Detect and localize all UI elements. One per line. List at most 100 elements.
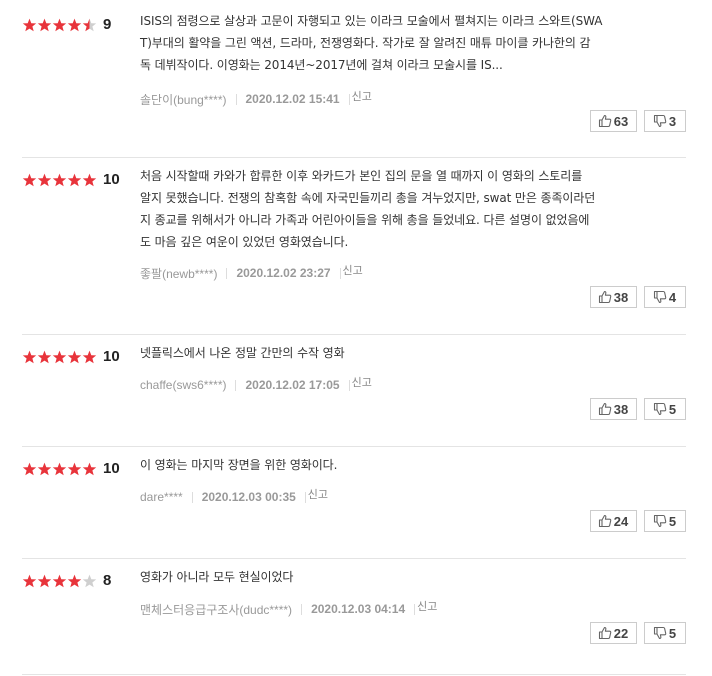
review-author[interactable]: dare**** bbox=[140, 490, 183, 504]
star-icon bbox=[37, 574, 52, 588]
like-button[interactable]: 24 bbox=[590, 510, 637, 532]
review-text-line: 이 영화는 마지막 장면을 위한 영화이다. bbox=[140, 458, 338, 472]
like-count: 38 bbox=[613, 401, 629, 417]
thumbs-up-icon bbox=[598, 114, 612, 128]
review-date: 2020.12.03 00:35 bbox=[201, 490, 296, 504]
star-icon bbox=[22, 173, 37, 187]
review-text-line: 도 마음 깊은 여운이 있었던 영화였습니다. bbox=[140, 235, 349, 249]
review-date: 2020.12.02 15:41 bbox=[245, 92, 340, 106]
review-item: 9 ISIS의 점령으로 살상과 고문이 자행되고 있는 이라크 모술에서 펼쳐지… bbox=[22, 0, 686, 158]
review-author[interactable]: 맨체스터응급구조사(dudc****) bbox=[140, 601, 292, 618]
stars bbox=[22, 173, 97, 187]
review-text: 넷플릭스에서 나온 정말 간만의 수작 영화 bbox=[140, 342, 682, 364]
review-text-line: 넷플릭스에서 나온 정말 간만의 수작 영화 bbox=[140, 346, 345, 360]
thumbs-down-icon bbox=[653, 402, 667, 416]
review-author[interactable]: 좋팔(newb****) bbox=[140, 265, 217, 282]
dislike-button[interactable]: 5 bbox=[644, 622, 686, 644]
review-text-line: 영화가 아니라 모두 현실이었다 bbox=[140, 570, 294, 584]
review-text-line: 처음 시작할때 카와가 합류한 이후 와카드가 본인 집의 문을 열 때까지 이… bbox=[140, 169, 583, 183]
star-icon bbox=[82, 173, 97, 187]
review-text: 영화가 아니라 모두 현실이었다 bbox=[140, 566, 682, 588]
star-icon bbox=[52, 18, 67, 32]
star-icon bbox=[67, 350, 82, 364]
review-content: ISIS의 점령으로 살상과 고문이 자행되고 있는 이라크 모술에서 펼쳐지는… bbox=[140, 10, 682, 76]
vote-buttons: 24 5 bbox=[590, 510, 686, 532]
dislike-count: 5 bbox=[668, 401, 677, 417]
dislike-button[interactable]: 3 bbox=[644, 110, 686, 132]
divider bbox=[348, 379, 350, 391]
review-item: 10 처음 시작할때 카와가 합류한 이후 와카드가 본인 집의 문을 열 때까지… bbox=[22, 158, 686, 335]
thumbs-down-icon bbox=[653, 626, 667, 640]
star-icon bbox=[67, 462, 82, 476]
divider bbox=[301, 603, 303, 615]
star-icon bbox=[82, 462, 97, 476]
vote-buttons: 63 3 bbox=[590, 110, 686, 132]
dislike-button[interactable]: 4 bbox=[644, 286, 686, 308]
like-count: 22 bbox=[613, 625, 629, 641]
dislike-count: 3 bbox=[668, 113, 677, 129]
dislike-count: 5 bbox=[668, 625, 677, 641]
star-icon bbox=[52, 350, 67, 364]
report-link[interactable]: 신고 bbox=[343, 262, 363, 278]
star-icon bbox=[67, 574, 82, 588]
review-item: 10 이 영화는 마지막 장면을 위한 영화이다. dare**** 2020.12.… bbox=[22, 447, 686, 559]
thumbs-up-icon bbox=[598, 402, 612, 416]
report-link[interactable]: 신고 bbox=[352, 88, 372, 104]
report-link[interactable]: 신고 bbox=[417, 598, 437, 614]
review-text-line: 알지 못했습니다. 전쟁의 참혹함 속에 자국민들끼리 총을 겨누었지만, sw… bbox=[140, 191, 596, 205]
review-text: 처음 시작할때 카와가 합류한 이후 와카드가 본인 집의 문을 열 때까지 이… bbox=[140, 165, 682, 253]
review-date: 2020.12.02 17:05 bbox=[245, 378, 340, 392]
like-button[interactable]: 22 bbox=[590, 622, 637, 644]
stars bbox=[22, 574, 97, 588]
review-meta: chaffe(sws6****) 2020.12.02 17:05 신고 bbox=[140, 376, 372, 394]
review-item: 8 영화가 아니라 모두 현실이었다 맨체스터응급구조사(dudc****) 2020… bbox=[22, 559, 686, 675]
dislike-count: 4 bbox=[668, 289, 677, 305]
review-meta: dare**** 2020.12.03 00:35 신고 bbox=[140, 488, 328, 506]
review-date: 2020.12.03 04:14 bbox=[311, 602, 406, 616]
star-icon bbox=[82, 350, 97, 364]
star-icon bbox=[67, 173, 82, 187]
divider bbox=[304, 491, 306, 503]
rating-score: 10 bbox=[103, 460, 120, 477]
star-icon bbox=[67, 18, 82, 32]
vote-buttons: 38 4 bbox=[590, 286, 686, 308]
review-author[interactable]: 솔단이(bung****) bbox=[140, 91, 227, 108]
thumbs-up-icon bbox=[598, 626, 612, 640]
stars bbox=[22, 350, 97, 364]
report-link[interactable]: 신고 bbox=[308, 486, 328, 502]
review-text-line: 지 종교를 위해서가 아니라 가족과 어린아이들을 위해 총을 들었네요. 다른… bbox=[140, 213, 590, 227]
star-icon bbox=[82, 574, 97, 588]
like-button[interactable]: 38 bbox=[590, 286, 637, 308]
dislike-button[interactable]: 5 bbox=[644, 398, 686, 420]
star-icon bbox=[37, 350, 52, 364]
star-rating: 10 bbox=[22, 459, 120, 479]
dislike-count: 5 bbox=[668, 513, 677, 529]
review-author[interactable]: chaffe(sws6****) bbox=[140, 378, 226, 392]
rating-score: 10 bbox=[103, 171, 120, 188]
vote-buttons: 22 5 bbox=[590, 622, 686, 644]
review-list: 9 ISIS의 점령으로 살상과 고문이 자행되고 있는 이라크 모술에서 펼쳐지… bbox=[0, 0, 712, 675]
thumbs-up-icon bbox=[598, 514, 612, 528]
review-date: 2020.12.02 23:27 bbox=[236, 266, 331, 280]
review-text: 이 영화는 마지막 장면을 위한 영화이다. bbox=[140, 454, 682, 476]
like-button[interactable]: 63 bbox=[590, 110, 637, 132]
divider bbox=[348, 93, 350, 105]
report-link[interactable]: 신고 bbox=[352, 374, 372, 390]
review-text-line: T)부대의 활약을 그린 액션, 드라마, 전쟁영화다. 작가로 잘 알려진 매… bbox=[140, 36, 591, 50]
review-content: 넷플릭스에서 나온 정말 간만의 수작 영화 bbox=[140, 342, 682, 364]
review-meta: 좋팔(newb****) 2020.12.02 23:27 신고 bbox=[140, 264, 363, 282]
star-rating: 9 bbox=[22, 15, 111, 35]
star-icon bbox=[37, 462, 52, 476]
thumbs-down-icon bbox=[653, 514, 667, 528]
stars bbox=[22, 462, 97, 476]
star-icon bbox=[37, 173, 52, 187]
like-button[interactable]: 38 bbox=[590, 398, 637, 420]
stars bbox=[22, 18, 97, 32]
star-rating: 10 bbox=[22, 347, 120, 367]
divider bbox=[226, 267, 228, 279]
dislike-button[interactable]: 5 bbox=[644, 510, 686, 532]
rating-score: 9 bbox=[103, 16, 112, 33]
divider bbox=[191, 491, 193, 503]
divider bbox=[414, 603, 416, 615]
star-icon bbox=[52, 574, 67, 588]
